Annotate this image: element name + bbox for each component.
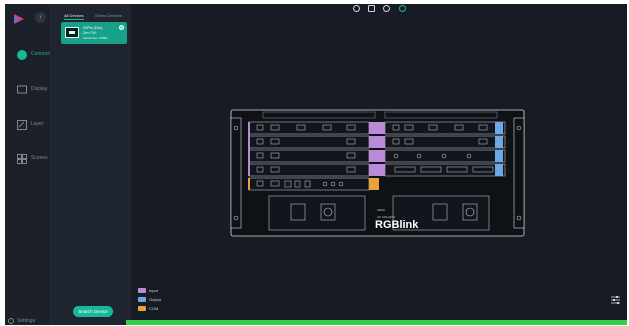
settings-label: Settings bbox=[17, 318, 36, 324]
sidebar-item-layer[interactable]: Layer bbox=[5, 116, 51, 136]
display-icon bbox=[17, 85, 27, 94]
legend-item-output: Output bbox=[138, 296, 198, 303]
legend-label: COM bbox=[149, 306, 159, 311]
progress-bar-fill bbox=[126, 320, 627, 325]
legend-item-input: Input bbox=[138, 287, 198, 294]
scenes-icon bbox=[17, 154, 27, 164]
device-model: Dev FW: bbox=[83, 31, 97, 35]
device-name: D3Pro (Dev) bbox=[83, 26, 103, 30]
app-window: ‹ Connect Display Layer Scenes Settings … bbox=[5, 4, 627, 325]
legend-swatch bbox=[138, 297, 146, 302]
top-toolbar bbox=[353, 4, 423, 14]
search-device-button[interactable]: Search Device bbox=[73, 306, 113, 317]
connect-icon bbox=[17, 50, 27, 60]
sidebar-item-connect[interactable]: Connect bbox=[5, 46, 51, 66]
layer-icon bbox=[17, 120, 27, 130]
sidebar-item-scenes[interactable]: Scenes bbox=[5, 150, 51, 170]
tab-online-devices[interactable]: Online Devices bbox=[95, 13, 122, 18]
device-rear-panel: HDMI AC 100-240V RGBlink bbox=[230, 109, 525, 237]
port-legend: Input Output COM bbox=[138, 287, 198, 315]
sync-icon[interactable] bbox=[383, 5, 390, 12]
legend-swatch bbox=[138, 288, 146, 293]
progress-bar bbox=[126, 320, 627, 325]
device-thumbnail-icon bbox=[65, 27, 79, 38]
rgblink-logo-icon bbox=[14, 14, 24, 24]
sidebar-item-label: Connect bbox=[31, 51, 50, 57]
sidebar-item-label: Display bbox=[31, 86, 48, 92]
online-status-icon bbox=[119, 25, 124, 30]
device-list-panel: All Devices Online Devices D3Pro (Dev) D… bbox=[51, 4, 131, 325]
gear-icon bbox=[8, 318, 14, 324]
sidebar-item-display[interactable]: Display bbox=[5, 81, 51, 101]
device-card[interactable]: D3Pro (Dev) Dev FW: Serial Num: 33891 bbox=[61, 22, 127, 44]
hdmi-logo-text: HDMI bbox=[377, 208, 385, 212]
refresh-icon[interactable] bbox=[353, 5, 360, 12]
sidebar-item-label: Layer bbox=[31, 121, 44, 127]
sidebar-nav: ‹ Connect Display Layer Scenes Settings bbox=[5, 4, 51, 325]
rgblink-brand-text: RGBlink bbox=[375, 219, 419, 231]
legend-swatch bbox=[138, 306, 146, 311]
power-icon[interactable] bbox=[399, 5, 406, 12]
tab-all-devices[interactable]: All Devices bbox=[64, 13, 84, 20]
sidebar-item-label: Scenes bbox=[31, 155, 48, 161]
settings-sliders-icon[interactable] bbox=[611, 295, 620, 305]
save-icon[interactable] bbox=[368, 5, 375, 12]
legend-item-com: COM bbox=[138, 305, 198, 312]
collapse-sidebar-button[interactable]: ‹ bbox=[35, 12, 46, 23]
device-serial: Serial Num: 33891 bbox=[83, 36, 108, 40]
legend-label: Output bbox=[149, 297, 162, 302]
legend-label: Input bbox=[149, 288, 158, 293]
